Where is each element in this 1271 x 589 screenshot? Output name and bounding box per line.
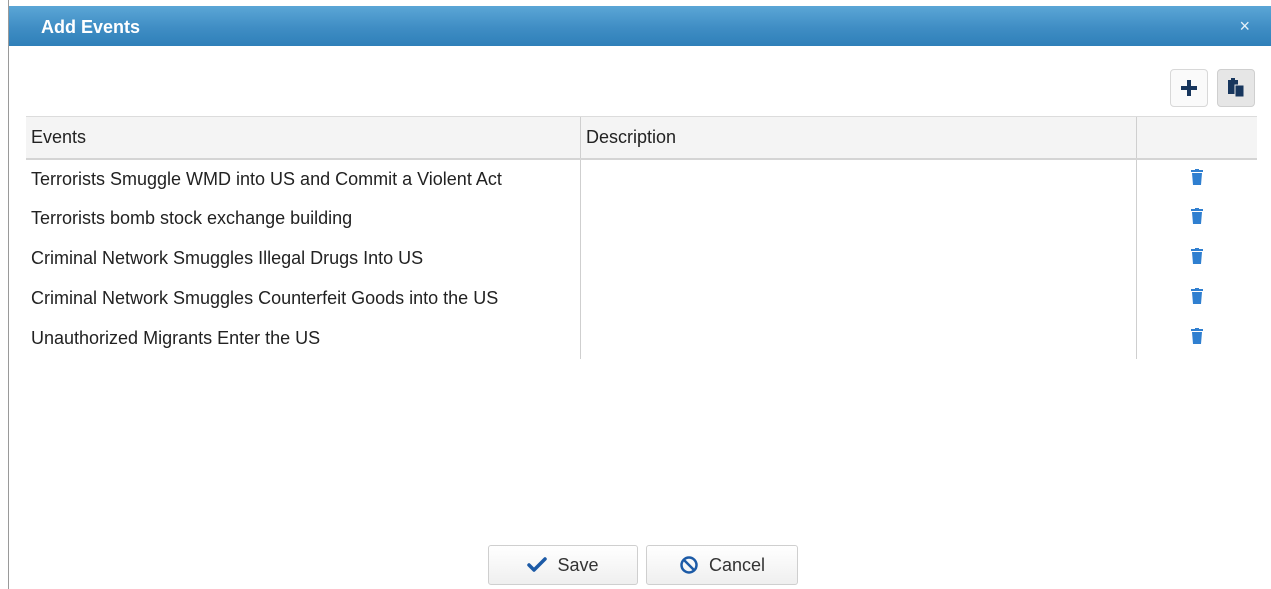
description-cell[interactable] (580, 318, 1137, 359)
table-row[interactable]: Unauthorized Migrants Enter the US (26, 318, 1257, 359)
column-header-actions (1136, 116, 1257, 160)
description-cell[interactable] (580, 198, 1137, 239)
event-cell[interactable]: Terrorists Smuggle WMD into US and Commi… (26, 159, 581, 199)
trash-icon[interactable] (1191, 288, 1203, 309)
column-header-description[interactable]: Description (580, 116, 1137, 160)
trash-icon[interactable] (1191, 248, 1203, 269)
actions-cell (1136, 278, 1257, 319)
event-cell[interactable]: Criminal Network Smuggles Illegal Drugs … (26, 239, 581, 279)
actions-cell (1136, 318, 1257, 359)
actions-cell (1136, 198, 1257, 239)
save-button[interactable]: Save (488, 545, 638, 585)
events-table: Events Description Terrorists Smuggle WM… (26, 116, 1257, 359)
cancel-label: Cancel (708, 554, 766, 575)
trash-icon[interactable] (1191, 168, 1203, 190)
dialog-title: Add Events (41, 17, 141, 37)
event-cell[interactable]: Criminal Network Smuggles Counterfeit Go… (26, 279, 581, 319)
table-row[interactable]: Criminal Network Smuggles Illegal Drugs … (26, 238, 1257, 279)
actions-cell (1136, 158, 1257, 199)
cancel-button[interactable]: Cancel (646, 545, 798, 585)
description-cell[interactable] (580, 158, 1137, 199)
table-row[interactable]: Criminal Network Smuggles Counterfeit Go… (26, 278, 1257, 319)
paste-button[interactable] (1217, 69, 1255, 107)
cancel-icon (680, 556, 698, 574)
event-cell[interactable]: Unauthorized Migrants Enter the US (26, 319, 581, 359)
column-header-events[interactable]: Events (26, 116, 581, 160)
table-row[interactable]: Terrorists bomb stock exchange building (26, 198, 1257, 239)
add-event-button[interactable] (1170, 69, 1208, 107)
plus-icon (1181, 80, 1197, 96)
save-label: Save (557, 554, 599, 575)
actions-cell (1136, 238, 1257, 279)
trash-icon[interactable] (1191, 208, 1203, 229)
add-events-dialog: Add Events × Events Description Terroris… (8, 0, 1271, 589)
table-row[interactable]: Terrorists Smuggle WMD into US and Commi… (26, 158, 1257, 199)
dialog-titlebar: Add Events × (9, 6, 1271, 46)
description-cell[interactable] (580, 278, 1137, 319)
checkmark-icon (527, 557, 548, 572)
event-cell[interactable]: Terrorists bomb stock exchange building (26, 199, 581, 239)
trash-icon[interactable] (1191, 328, 1203, 349)
description-cell[interactable] (580, 238, 1137, 279)
paste-icon (1228, 78, 1245, 98)
table-header-row: Events Description (26, 116, 1257, 160)
close-icon[interactable]: × (1239, 16, 1250, 36)
